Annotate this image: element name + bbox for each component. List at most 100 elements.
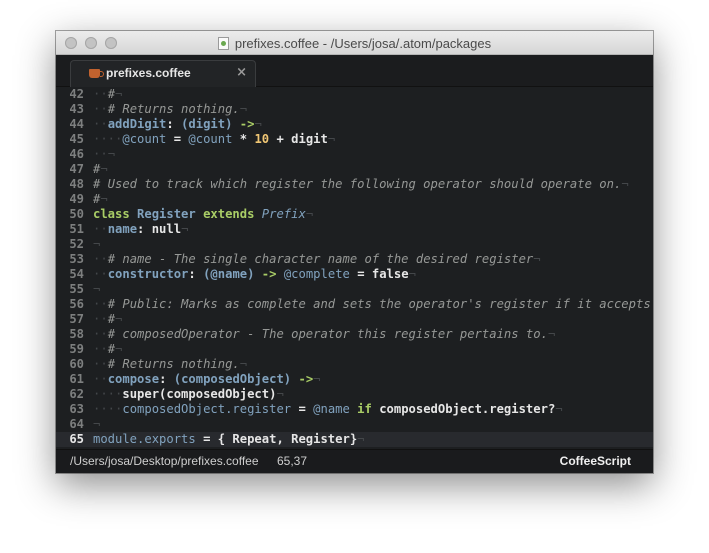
code-line[interactable]: 54 ··constructor: (@name) -> @complete = … [56,267,653,282]
code-line[interactable]: 65 module.exports = { Repeat, Register}¬ [56,432,653,447]
line-number[interactable]: 42 [56,87,84,102]
indent-guide: ·· [93,312,108,326]
tab-label: prefixes.coffee [106,66,191,80]
line-number[interactable]: 63 [56,402,84,417]
code-line[interactable]: 51 ··name: null¬ [56,222,653,237]
code-token: : null [137,222,182,236]
code-line[interactable]: 44 ··addDigit: (digit) ->¬ [56,117,653,132]
code-line[interactable]: 43 ··# Returns nothing.¬ [56,102,653,117]
eol-marker: ¬ [181,222,189,236]
code-text: ··addDigit: (digit) ->¬ [93,117,262,132]
line-number[interactable]: 59 [56,342,84,357]
code-token: = [166,132,189,146]
code-token: composedObject.register [122,402,292,416]
code-line[interactable]: 57 ··#¬ [56,312,653,327]
line-number[interactable]: 50 [56,207,84,222]
eol-marker: ¬ [115,87,123,101]
code-token: : [166,117,182,131]
line-number[interactable]: 65 [56,432,84,447]
title-wrap: prefixes.coffee - /Users/josa/.atom/pack… [56,31,653,55]
code-line[interactable]: 64 ¬ [56,417,653,432]
line-number[interactable]: 43 [56,102,84,117]
indent-guide: ·· [93,102,108,116]
code-line[interactable]: 58 ··# composedOperator - The operator th… [56,327,653,342]
code-token: = [291,402,314,416]
code-line[interactable]: 61 ··compose: (composedObject) ->¬ [56,372,653,387]
line-number[interactable]: 56 [56,297,84,312]
code-text: ··name: null¬ [93,222,188,237]
code-text: ··constructor: (@name) -> @complete = fa… [93,267,416,282]
indent-guide: ···· [93,387,123,401]
code-token: constructor [107,267,189,281]
eol-marker: ¬ [276,387,284,401]
eol-marker: ¬ [239,102,248,116]
code-token: class [93,207,138,221]
window-title: prefixes.coffee - /Users/josa/.atom/pack… [234,35,492,51]
code-token: # Returns nothing. [107,357,240,371]
line-number[interactable]: 64 [56,417,84,432]
code-text: ··# Returns nothing.¬ [93,102,247,117]
code-line[interactable]: 52 ¬ [56,237,653,252]
line-number[interactable]: 51 [56,222,84,237]
line-number[interactable]: 47 [56,162,84,177]
tab-prefixes-coffee[interactable]: prefixes.coffee × [70,60,256,87]
line-number[interactable]: 53 [56,252,84,267]
code-token: addDigit [107,117,167,131]
line-number[interactable]: 48 [56,177,84,192]
indent-guide: ·· [93,117,108,131]
code-line[interactable]: 48 # Used to track which register the fol… [56,177,653,192]
code-token: @complete [283,267,350,281]
code-line[interactable]: 59 ··#¬ [56,342,653,357]
line-number[interactable]: 44 [56,117,84,132]
indent-guide: ···· [93,402,123,416]
code-token: * [232,132,255,146]
eol-marker: ¬ [93,417,101,431]
code-line[interactable]: 50 class Register extends Prefix¬ [56,207,653,222]
eol-marker: ¬ [533,252,541,266]
code-text: ··# Returns nothing.¬ [93,357,247,372]
line-number[interactable]: 52 [56,237,84,252]
line-number[interactable]: 62 [56,387,84,402]
code-token: # [107,312,116,326]
line-number[interactable]: 60 [56,357,84,372]
code-token: composedObject.register? [379,402,556,416]
indent-guide: ·· [93,267,108,281]
eol-marker: ¬ [621,177,629,191]
code-line[interactable]: 55 ¬ [56,282,653,297]
code-line[interactable]: 45 ····@count = @count * 10 + digit¬ [56,132,653,147]
line-number[interactable]: 49 [56,192,84,207]
code-line[interactable]: 46 ··¬ [56,147,653,162]
eol-marker: ¬ [547,327,556,341]
line-number[interactable]: 58 [56,327,84,342]
line-number[interactable]: 46 [56,147,84,162]
code-line[interactable]: 56 ··# Public: Marks as complete and sets… [56,297,653,312]
code-token: @count [122,132,167,146]
line-number[interactable]: 54 [56,267,84,282]
code-line[interactable]: 47 #¬ [56,162,653,177]
eol-marker: ¬ [555,402,563,416]
tab-close-icon[interactable]: × [236,65,247,80]
code-text: ····composedObject.register = @name if c… [93,402,563,417]
status-grammar[interactable]: CoffeeScript [560,454,631,468]
line-number[interactable]: 55 [56,282,84,297]
code-line[interactable]: 49 #¬ [56,192,653,207]
code-line[interactable]: 60 ··# Returns nothing.¬ [56,357,653,372]
eol-marker: ¬ [327,132,336,146]
code-token: # Public: Marks as complete and sets the… [107,297,653,311]
code-editor[interactable]: 42 ··#¬ 43 ··# Returns nothing.¬ 44 ··addDigi… [56,87,653,449]
status-file-path[interactable]: /Users/josa/Desktop/prefixes.coffee [70,454,259,468]
eol-marker: ¬ [100,192,108,206]
line-number[interactable]: 45 [56,132,84,147]
code-line[interactable]: 53 ··# name - The single character name o… [56,252,653,267]
eol-marker: ¬ [408,267,416,281]
line-number[interactable]: 61 [56,372,84,387]
code-line[interactable]: 62 ····super(composedObject)¬ [56,387,653,402]
code-text: #¬ [93,192,108,207]
code-line[interactable]: 42 ··#¬ [56,87,653,102]
line-number[interactable]: 57 [56,312,84,327]
code-text: ····@count = @count * 10 + digit¬ [93,132,335,147]
code-token: # name - The single character name of th… [107,252,534,266]
status-cursor-position[interactable]: 65,37 [277,454,307,468]
indent-guide: ·· [93,342,108,356]
code-line[interactable]: 63 ····composedObject.register = @name if… [56,402,653,417]
